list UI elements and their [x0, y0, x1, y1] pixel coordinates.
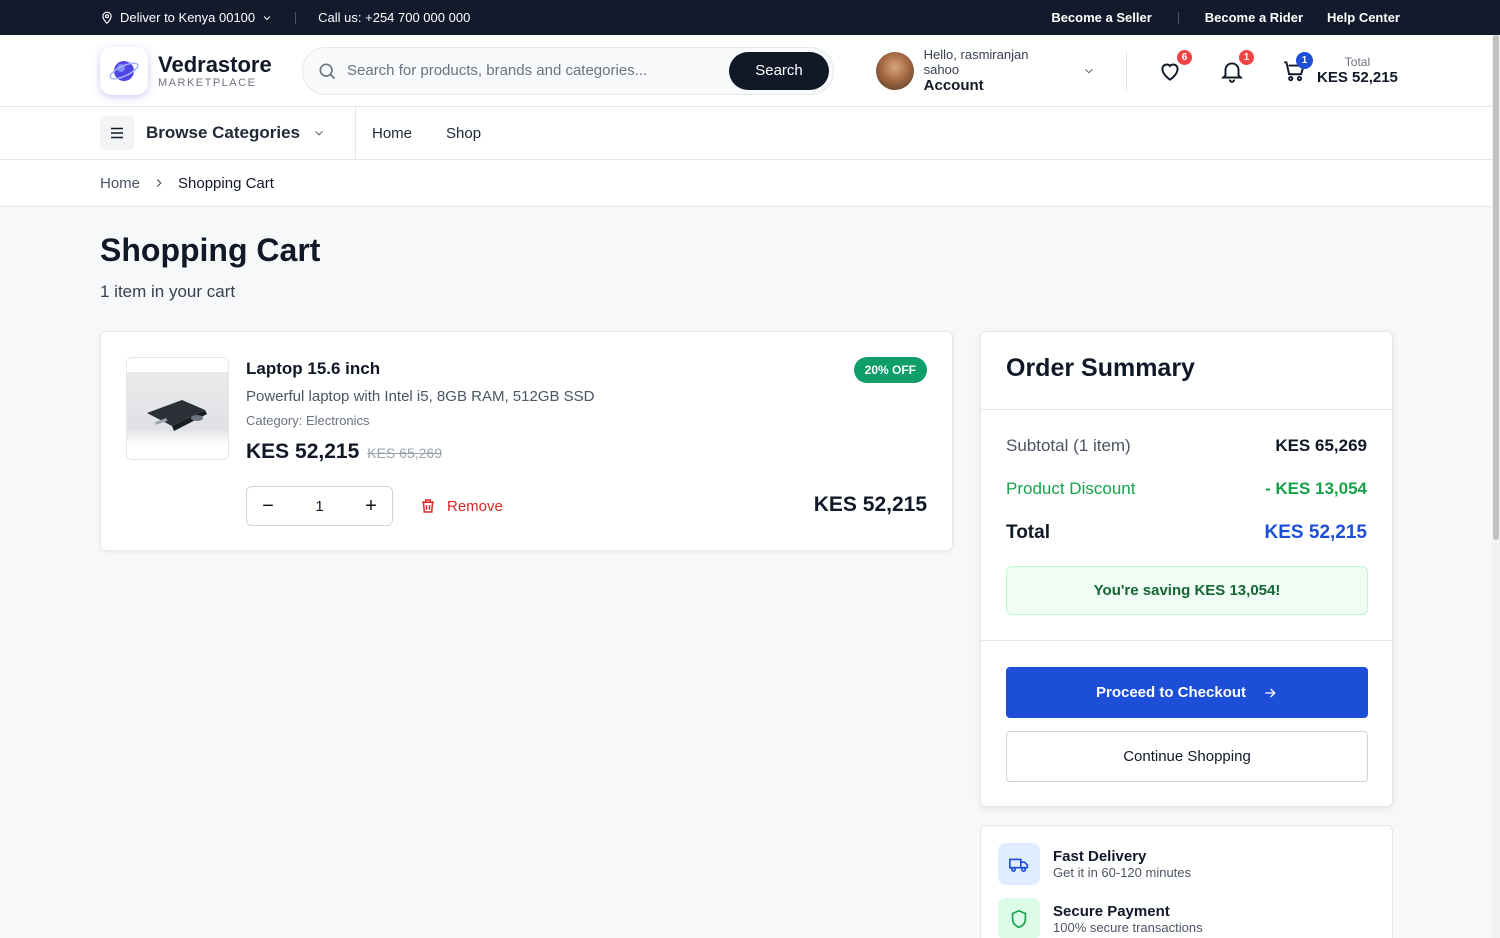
order-summary: Order Summary Subtotal (1 item) KES 65,2…	[980, 331, 1393, 807]
truck-icon	[998, 843, 1040, 885]
product-category: Category: Electronics	[246, 413, 370, 428]
page-scrollbar[interactable]	[1492, 35, 1500, 938]
nav-link-shop[interactable]: Shop	[446, 125, 481, 142]
checkout-label: Proceed to Checkout	[1095, 684, 1247, 701]
subtotal-label: Subtotal (1 item)	[1006, 436, 1131, 455]
chevron-down-icon	[315, 130, 323, 136]
chevron-right-icon	[156, 179, 162, 187]
quantity-value[interactable]: 1	[315, 498, 323, 515]
cart-item-card: Laptop 15.6 inch Powerful laptop with In…	[100, 331, 953, 551]
search-bar: Search	[302, 46, 834, 95]
discount-badge: 20% OFF	[853, 357, 927, 383]
account-label: Account	[923, 77, 984, 94]
discount-value: - KES 13,054	[1264, 479, 1367, 498]
account-menu[interactable]: Hello, rasmiranjan sahoo Account	[876, 47, 1096, 94]
decrease-quantity-button[interactable]: −	[257, 495, 279, 518]
help-center-link[interactable]: Help Center	[1327, 10, 1400, 25]
browse-categories-button[interactable]: Browse Categories	[100, 106, 356, 160]
features-card: Fast Delivery Get it in 60-120 minutes S…	[980, 825, 1393, 938]
cart-count-badge: 1	[1296, 51, 1313, 69]
search-input[interactable]	[347, 62, 729, 79]
brand-logo[interactable]: Vedrastore MARKETPLACE	[100, 46, 302, 95]
breadcrumb-current: Shopping Cart	[178, 174, 274, 192]
main-header: Vedrastore MARKETPLACE Search Hello, ras…	[0, 35, 1500, 107]
brand-name: Vedrastore	[158, 51, 272, 77]
trash-icon	[422, 499, 434, 513]
deliver-text: Deliver to Kenya 00100	[120, 10, 256, 25]
deliver-location[interactable]: Deliver to Kenya 00100	[100, 10, 273, 25]
feature-title: Fast Delivery	[1053, 848, 1147, 865]
product-price: KES 52,215 KES 65,269	[246, 440, 442, 464]
remove-item-button[interactable]: Remove	[419, 497, 503, 515]
wishlist-count-badge: 6	[1177, 49, 1192, 65]
cart-button[interactable]: 1 Total KES 52,215	[1281, 51, 1398, 86]
product-current-price: KES 52,215	[246, 440, 360, 463]
continue-shopping-button[interactable]: Continue Shopping	[1006, 731, 1368, 782]
subtotal-value: KES 65,269	[1275, 436, 1367, 455]
scrollbar-thumb[interactable]	[1493, 35, 1499, 540]
location-pin-icon	[102, 11, 112, 24]
shield-icon	[998, 898, 1040, 938]
cart-total-value: KES 52,215	[1317, 69, 1398, 86]
product-name[interactable]: Laptop 15.6 inch	[246, 359, 380, 379]
saving-banner: You're saving KES 13,054!	[1006, 566, 1368, 615]
product-description: Powerful laptop with Intel i5, 8GB RAM, …	[246, 388, 595, 405]
total-value: KES 52,215	[1264, 522, 1367, 543]
hamburger-menu-icon	[100, 116, 134, 150]
logo-mark	[100, 46, 148, 95]
remove-label: Remove	[447, 497, 503, 515]
proceed-to-checkout-button[interactable]: Proceed to Checkout	[1006, 667, 1368, 718]
feature-subtitle: 100% secure transactions	[1053, 920, 1203, 935]
notification-count-badge: 1	[1239, 49, 1254, 65]
feature-secure-payment: Secure Payment 100% secure transactions	[998, 898, 1203, 938]
divider	[295, 11, 297, 24]
page-subtitle: 1 item in your cart	[100, 282, 236, 301]
top-bar: Deliver to Kenya 00100 Call us: +254 700…	[0, 0, 1500, 35]
become-rider-link[interactable]: Become a Rider	[1205, 10, 1303, 25]
feature-title: Secure Payment	[1053, 903, 1170, 920]
chevron-down-icon	[263, 15, 271, 20]
category-nav: Browse Categories Home Shop	[0, 106, 1500, 160]
discount-label: Product Discount	[1006, 479, 1136, 498]
avatar	[876, 51, 914, 90]
brand-subtitle: MARKETPLACE	[158, 76, 257, 89]
chevron-down-icon	[1085, 68, 1093, 74]
quantity-stepper: − 1 +	[246, 486, 393, 526]
cart-total-label: Total	[1344, 55, 1371, 69]
line-total: KES 52,215	[813, 493, 927, 516]
breadcrumb-home[interactable]: Home	[100, 175, 140, 192]
search-icon	[319, 63, 336, 79]
feature-fast-delivery: Fast Delivery Get it in 60-120 minutes	[998, 843, 1191, 885]
call-text: Call us: +254 700 000 000	[318, 10, 471, 25]
account-greeting: Hello, rasmiranjan sahoo	[923, 47, 1029, 77]
arrow-right-icon	[1265, 688, 1276, 697]
wishlist-button[interactable]: 6	[1157, 49, 1192, 84]
breadcrumb: Home Shopping Cart	[0, 160, 1500, 207]
page-title: Shopping Cart	[100, 232, 321, 268]
become-seller-link[interactable]: Become a Seller	[1051, 10, 1151, 25]
increase-quantity-button[interactable]: +	[360, 495, 382, 518]
summary-title: Order Summary	[1006, 354, 1195, 382]
divider	[1177, 11, 1179, 24]
browse-categories-label: Browse Categories	[146, 123, 300, 142]
feature-subtitle: Get it in 60-120 minutes	[1053, 865, 1192, 880]
product-thumbnail[interactable]	[126, 357, 229, 460]
divider	[981, 640, 1392, 641]
laptop-image-icon	[147, 400, 207, 431]
nav-link-home[interactable]: Home	[372, 125, 412, 142]
search-button[interactable]: Search	[729, 51, 829, 90]
planet-logo-icon	[109, 60, 139, 81]
total-label: Total	[1006, 522, 1050, 543]
product-old-price: KES 65,269	[367, 445, 442, 461]
divider	[981, 409, 1392, 410]
notifications-button[interactable]: 1	[1219, 49, 1254, 84]
